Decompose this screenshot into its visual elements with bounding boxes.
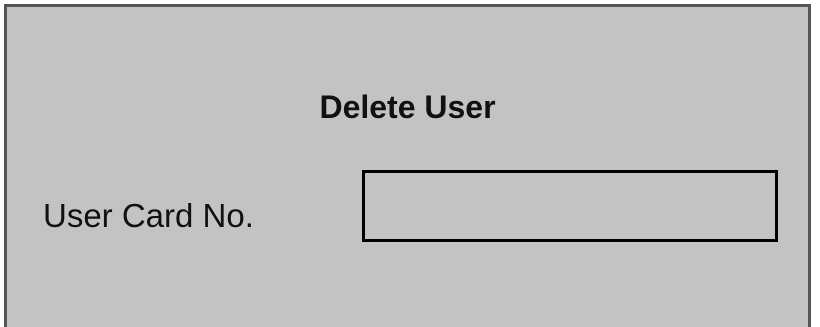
delete-user-panel: Delete User User Card No.	[4, 4, 811, 327]
user-card-number-label: User Card No.	[43, 197, 254, 234]
dialog-title: Delete User	[319, 89, 496, 125]
user-card-number-input[interactable]	[362, 170, 778, 242]
